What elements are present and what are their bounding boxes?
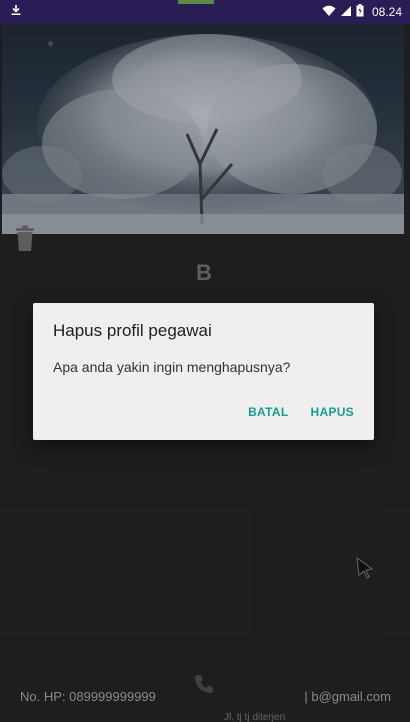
delete-confirm-dialog: Hapus profil pegawai Apa anda yakin ingi… xyxy=(33,303,374,440)
download-icon xyxy=(10,3,22,21)
delete-button[interactable]: HAPUS xyxy=(310,405,354,419)
status-bar: 08.24 xyxy=(0,0,410,24)
phone-number-text: No. HP: 089999999999 xyxy=(20,689,156,704)
cancel-button[interactable]: BATAL xyxy=(248,405,288,419)
signal-icon xyxy=(340,5,352,20)
battery-icon xyxy=(356,4,364,20)
dialog-message: Apa anda yakin ingin menghapusnya? xyxy=(53,359,291,375)
contact-footer: No. HP: 089999999999 | b@gmail.com xyxy=(0,689,410,707)
status-notch xyxy=(178,0,214,4)
dialog-title: Hapus profil pegawai xyxy=(53,321,212,340)
status-time: 08.24 xyxy=(371,5,402,19)
dialog-actions: BATAL HAPUS xyxy=(248,405,354,419)
email-text: | b@gmail.com xyxy=(304,689,391,704)
wifi-icon xyxy=(322,5,336,20)
address-text: Jl. tj tj diterjen xyxy=(224,712,286,722)
